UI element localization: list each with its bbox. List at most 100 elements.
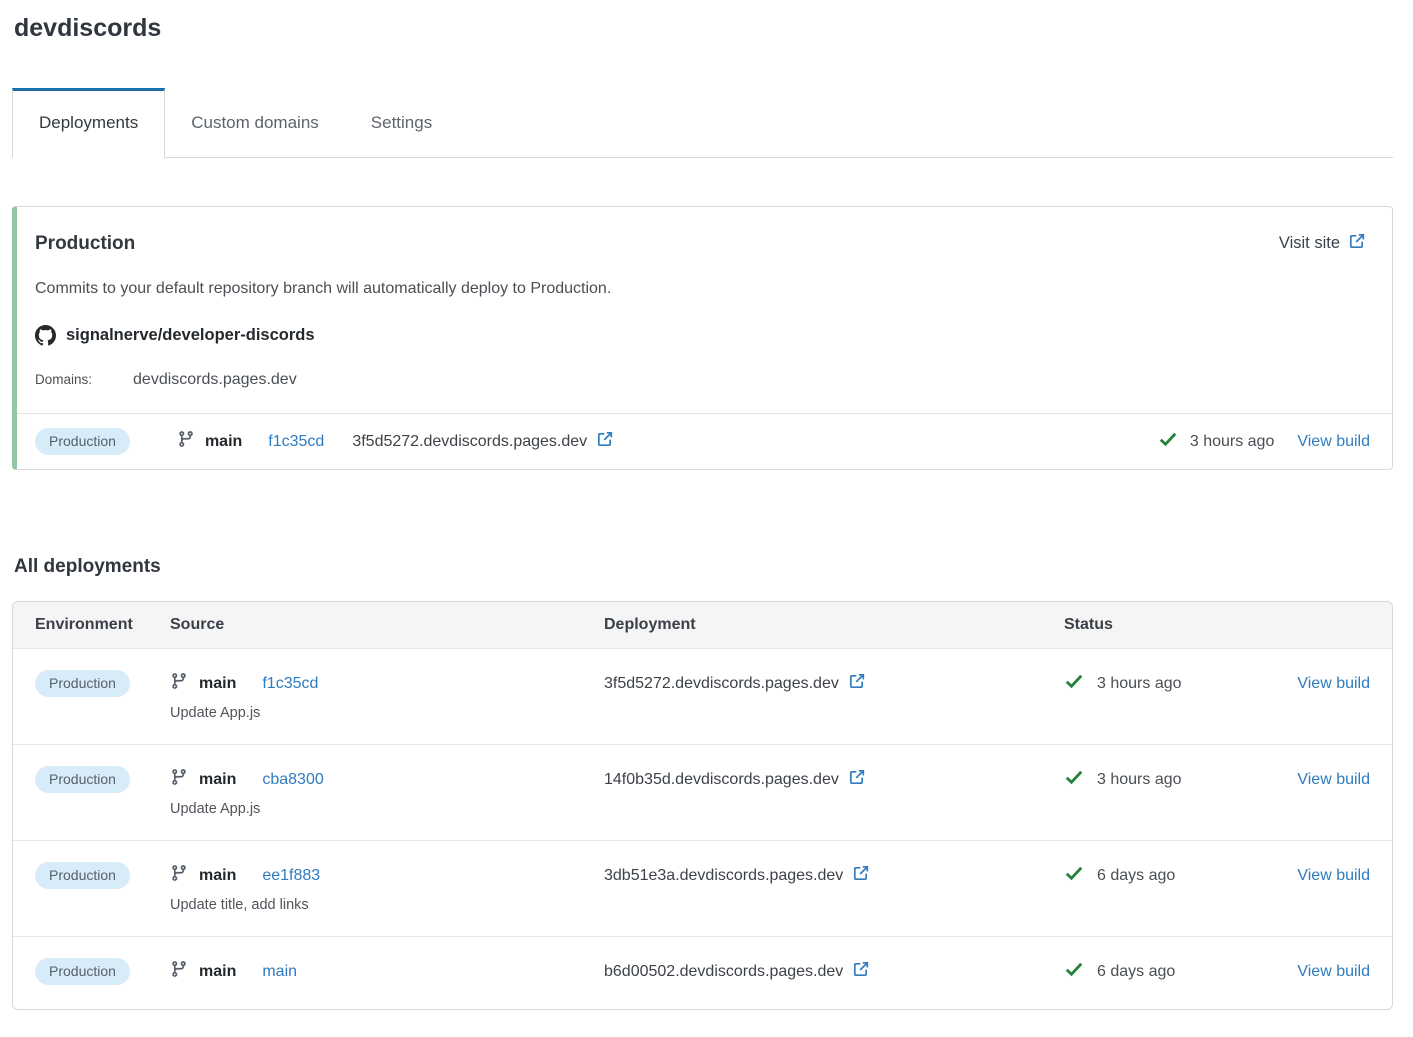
cell-source: main f1c35cd Update App.js <box>170 669 604 721</box>
check-icon <box>1064 959 1084 979</box>
commit-link[interactable]: f1c35cd <box>268 433 324 451</box>
status-time: 6 days ago <box>1097 867 1175 885</box>
table-row: Production main ee1f883 Update title, ad… <box>13 840 1392 936</box>
commit-message: Update App.js <box>170 801 604 817</box>
deployment-url: 3f5d5272.devdiscords.pages.dev <box>604 675 839 693</box>
commit-message: Update title, add links <box>170 897 604 913</box>
column-header-deployment: Deployment <box>604 616 1064 634</box>
environment-badge: Production <box>35 766 130 793</box>
git-branch-icon <box>170 864 188 882</box>
external-link-icon <box>1348 232 1366 250</box>
view-build-link[interactable]: View build <box>1297 771 1370 789</box>
check-icon <box>1158 429 1178 449</box>
table-row: Production main f1c35cd Update App.js 3f… <box>13 648 1392 744</box>
deployment-url-external-link[interactable] <box>848 768 866 791</box>
status-time: 3 hours ago <box>1097 771 1182 789</box>
deployment-url-external-link[interactable] <box>596 430 614 453</box>
cell-source: main cba8300 Update App.js <box>170 765 604 817</box>
visit-site-link[interactable]: Visit site <box>1279 232 1366 255</box>
repo-name[interactable]: signalnerve/developer-discords <box>66 326 315 345</box>
tab-settings[interactable]: Settings <box>345 88 458 157</box>
external-link-icon <box>596 430 614 448</box>
cell-deployment: b6d00502.devdiscords.pages.dev <box>604 957 1064 986</box>
domains-label: Domains: <box>35 372 92 387</box>
deployment-url: b6d00502.devdiscords.pages.dev <box>604 963 843 981</box>
external-link-icon <box>852 960 870 978</box>
commit-message: Update App.js <box>170 705 604 721</box>
environment-badge: Production <box>35 428 130 455</box>
branch-name: main <box>199 963 236 981</box>
view-build-link[interactable]: View build <box>1297 675 1370 693</box>
branch-name: main <box>199 771 236 789</box>
production-card-body: Production Visit site Commits to your de… <box>17 207 1392 413</box>
deployments-table: Environment Source Deployment Status Pro… <box>12 601 1393 1010</box>
status-time: 6 days ago <box>1097 963 1175 981</box>
git-branch-icon <box>177 430 195 448</box>
column-header-source: Source <box>170 616 604 634</box>
deployment-url-external-link[interactable] <box>852 960 870 983</box>
deployment-url: 14f0b35d.devdiscords.pages.dev <box>604 771 839 789</box>
commit-link[interactable]: cba8300 <box>262 771 323 789</box>
check-icon <box>1064 671 1084 691</box>
external-link-icon <box>848 768 866 786</box>
cell-environment: Production <box>35 669 170 698</box>
cell-deployment: 3f5d5272.devdiscords.pages.dev <box>604 669 1064 698</box>
check-icon <box>1064 767 1084 787</box>
environment-badge: Production <box>35 958 130 985</box>
deployment-url: 3db51e3a.devdiscords.pages.dev <box>604 867 843 885</box>
check-icon <box>1064 863 1084 883</box>
view-build-link[interactable]: View build <box>1297 433 1370 451</box>
cell-environment: Production <box>35 861 170 890</box>
cell-deployment: 14f0b35d.devdiscords.pages.dev <box>604 765 1064 794</box>
column-header-actions <box>1283 616 1370 634</box>
page-title: devdiscords <box>14 14 1393 43</box>
commit-link[interactable]: main <box>262 963 297 981</box>
tab-bar: Deployments Custom domains Settings <box>12 88 1393 158</box>
column-header-environment: Environment <box>35 616 170 634</box>
domains-value: devdiscords.pages.dev <box>133 371 297 389</box>
deployment-url-external-link[interactable] <box>852 864 870 887</box>
cell-actions: View build <box>1283 957 1370 986</box>
git-branch-icon <box>170 672 188 690</box>
github-icon <box>35 325 56 346</box>
cell-actions: View build <box>1283 669 1370 698</box>
cell-deployment: 3db51e3a.devdiscords.pages.dev <box>604 861 1064 890</box>
deployments-table-header: Environment Source Deployment Status <box>13 602 1392 648</box>
cell-actions: View build <box>1283 765 1370 794</box>
cell-environment: Production <box>35 765 170 794</box>
cell-source: main main <box>170 957 604 986</box>
cell-status: 3 hours ago <box>1064 765 1283 794</box>
tab-custom-domains[interactable]: Custom domains <box>165 88 345 157</box>
environment-badge: Production <box>35 670 130 697</box>
branch-name: main <box>199 675 236 693</box>
all-deployments-title: All deployments <box>14 556 1393 578</box>
status-time: 3 hours ago <box>1097 675 1182 693</box>
commit-link[interactable]: ee1f883 <box>262 867 320 885</box>
commit-link[interactable]: f1c35cd <box>262 675 318 693</box>
view-build-link[interactable]: View build <box>1297 963 1370 981</box>
environment-badge: Production <box>35 862 130 889</box>
deployment-url-external-link[interactable] <box>848 672 866 695</box>
cell-actions: View build <box>1283 861 1370 890</box>
tab-deployments[interactable]: Deployments <box>12 88 165 158</box>
git-branch-icon <box>170 768 188 786</box>
external-link-icon <box>848 672 866 690</box>
production-description: Commits to your default repository branc… <box>35 280 1366 298</box>
branch-name: main <box>205 433 242 451</box>
external-link-icon <box>852 864 870 882</box>
cell-status: 6 days ago <box>1064 861 1283 890</box>
production-deployment-row: Production main f1c35cd 3f5d5272.devdisc… <box>17 413 1392 469</box>
cell-status: 3 hours ago <box>1064 669 1283 698</box>
cell-status: 6 days ago <box>1064 957 1283 986</box>
column-header-status: Status <box>1064 616 1283 634</box>
visit-site-label: Visit site <box>1279 234 1340 253</box>
view-build-link[interactable]: View build <box>1297 867 1370 885</box>
status-time: 3 hours ago <box>1190 433 1275 451</box>
deployment-url: 3f5d5272.devdiscords.pages.dev <box>352 433 587 451</box>
cell-environment: Production <box>35 957 170 986</box>
table-row: Production main cba8300 Update App.js 14… <box>13 744 1392 840</box>
git-branch-icon <box>170 960 188 978</box>
cell-source: main ee1f883 Update title, add links <box>170 861 604 913</box>
table-row: Production main main b6d00502.devdiscord… <box>13 936 1392 1009</box>
branch-name: main <box>199 867 236 885</box>
